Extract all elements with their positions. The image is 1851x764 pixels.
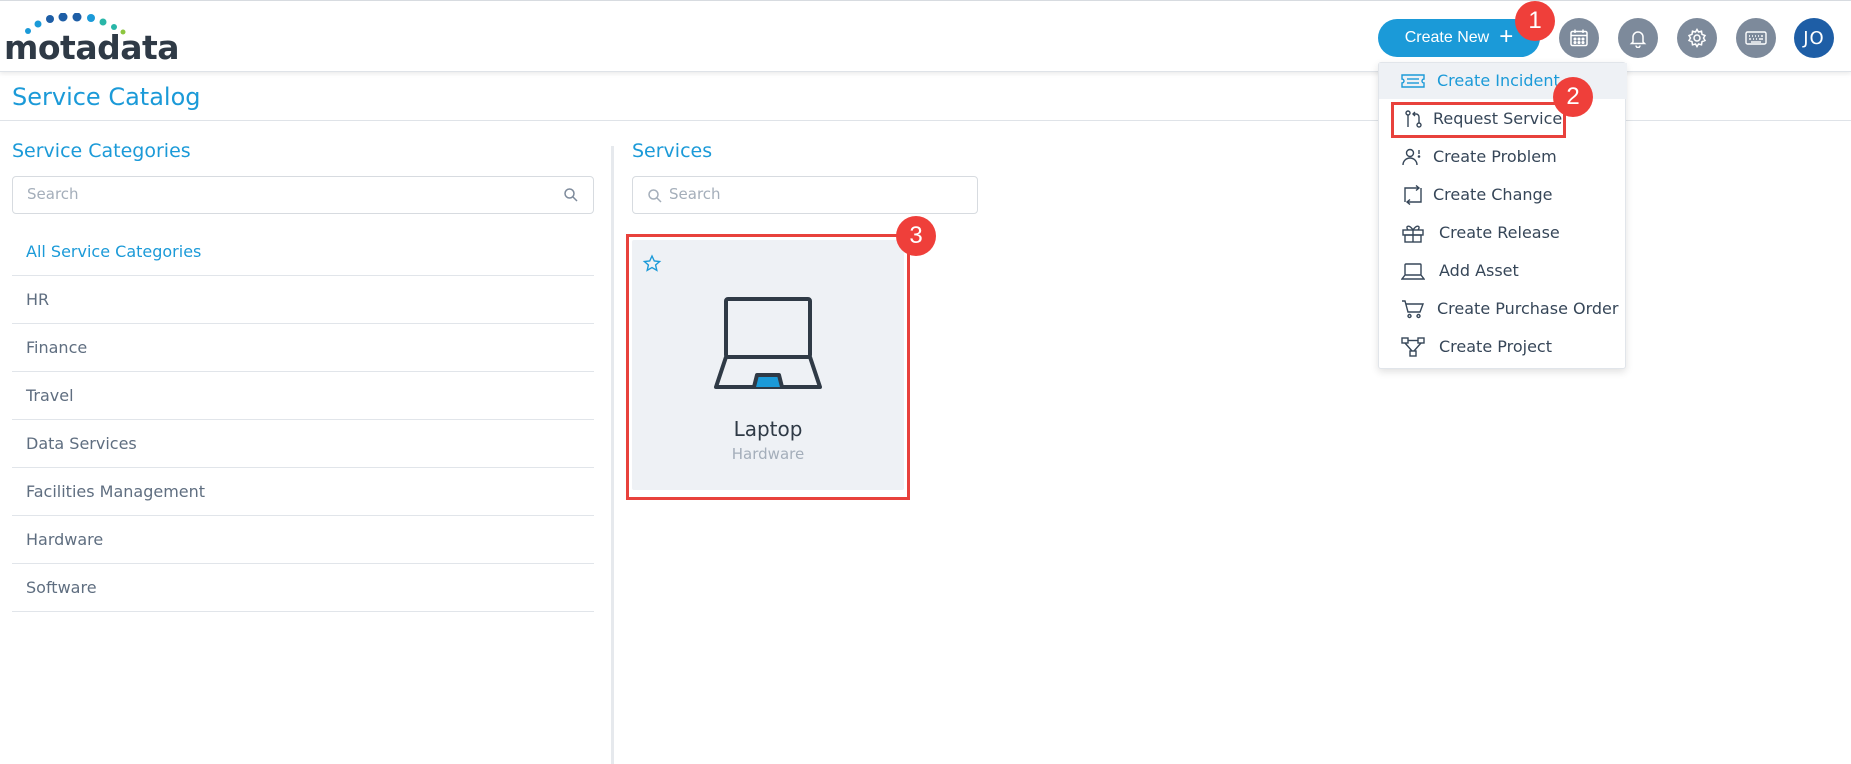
plus-icon: + — [1499, 23, 1514, 50]
service-categories-title: Service Categories — [12, 140, 191, 162]
menu-item-label: Add Asset — [1439, 261, 1519, 280]
gift-box-icon — [1402, 225, 1424, 243]
category-item-travel[interactable]: Travel — [12, 372, 594, 420]
category-item-hardware[interactable]: Hardware — [12, 516, 594, 564]
menu-item-create-change[interactable]: Create Change — [1379, 177, 1627, 213]
menu-item-label: Create Purchase Order — [1437, 299, 1619, 318]
project-tree-icon — [1401, 337, 1425, 357]
service-search-box — [632, 176, 978, 214]
menu-item-label: Create Incident — [1437, 71, 1560, 90]
service-search-input[interactable] — [669, 185, 959, 203]
menu-item-create-problem[interactable]: Create Problem — [1379, 139, 1627, 175]
category-item-software[interactable]: Software — [12, 564, 594, 612]
change-arrows-icon — [1404, 185, 1422, 205]
page-title: Service Catalog — [12, 83, 201, 111]
user-question-icon — [1402, 148, 1421, 166]
laptop-icon — [1401, 263, 1425, 280]
category-item-finance[interactable]: Finance — [12, 324, 594, 372]
create-new-label: Create New — [1404, 29, 1490, 46]
services-title: Services — [632, 140, 713, 162]
calendar-icon[interactable] — [1559, 18, 1599, 58]
menu-item-create-purchase-order[interactable]: Create Purchase Order — [1379, 291, 1627, 327]
category-search-box — [12, 176, 594, 214]
category-list: All Service Categories HR Finance Travel… — [12, 228, 594, 612]
highlight-box-request-service — [1391, 102, 1566, 138]
menu-item-create-release[interactable]: Create Release — [1379, 215, 1627, 251]
menu-item-label: Create Problem — [1433, 147, 1557, 166]
search-icon — [648, 189, 662, 203]
search-icon[interactable] — [563, 187, 579, 203]
category-item-all[interactable]: All Service Categories — [12, 228, 594, 276]
menu-item-label: Create Release — [1439, 223, 1560, 242]
cart-icon — [1402, 300, 1425, 319]
menu-item-label: Create Project — [1439, 337, 1552, 356]
panel-divider[interactable] — [611, 146, 614, 764]
annotation-badge-3: 3 — [896, 216, 936, 256]
category-item-data-services[interactable]: Data Services — [12, 420, 594, 468]
gear-icon[interactable] — [1677, 18, 1717, 58]
annotation-badge-2: 2 — [1553, 77, 1593, 117]
user-avatar[interactable]: JO — [1794, 18, 1834, 58]
menu-item-add-asset[interactable]: Add Asset — [1379, 253, 1627, 289]
keyboard-icon[interactable] — [1736, 18, 1776, 58]
category-item-facilities[interactable]: Facilities Management — [12, 468, 594, 516]
service-categories-panel: Service Categories All Service Categorie… — [12, 140, 594, 612]
menu-item-create-project[interactable]: Create Project — [1379, 329, 1627, 365]
motadata-logo[interactable]: motadata — [4, 13, 180, 67]
category-item-hr[interactable]: HR — [12, 276, 594, 324]
menu-item-label: Create Change — [1433, 185, 1553, 204]
bell-icon[interactable] — [1618, 18, 1658, 58]
category-search-input[interactable] — [27, 185, 547, 203]
ticket-icon — [1401, 74, 1425, 88]
services-panel: Services — [632, 140, 978, 214]
logo-text: motadata — [4, 28, 180, 67]
page: motadata Create New + JO 1 Service Catal… — [0, 0, 1851, 764]
annotation-badge-1: 1 — [1515, 1, 1555, 41]
highlight-box-service-card — [626, 234, 910, 500]
